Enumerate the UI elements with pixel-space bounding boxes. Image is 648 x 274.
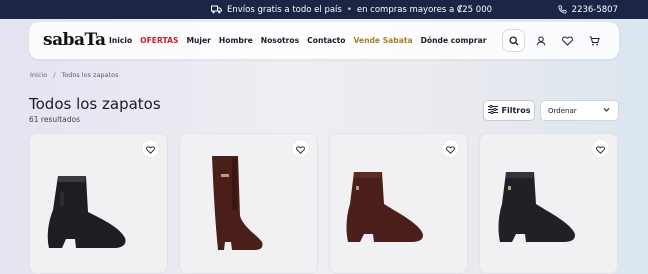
product-card[interactable] <box>479 133 618 274</box>
nav-item-inicio[interactable]: Inicio <box>109 36 132 45</box>
results-count: 61 resultados <box>29 115 80 124</box>
phone-contact[interactable]: 2236-5807 <box>558 0 618 19</box>
phone-icon <box>558 5 567 14</box>
product-card[interactable] <box>29 133 168 274</box>
truck-icon <box>211 5 222 14</box>
nav-item-nosotros[interactable]: Nosotros <box>261 36 299 45</box>
main-header: sabaTa Inicio OFERTAS Mujer Hombre Nosot… <box>29 22 619 59</box>
filters-button[interactable]: Filtros <box>483 100 535 121</box>
heart-icon <box>446 139 455 158</box>
cart-button[interactable] <box>584 30 605 51</box>
heart-icon <box>596 139 605 158</box>
shipping-text: Envíos gratis a todo el país <box>227 4 342 15</box>
breadcrumb-separator: / <box>53 71 56 79</box>
user-icon <box>536 31 546 50</box>
search-button[interactable] <box>503 30 524 51</box>
shipping-condition: en compras mayores a ₡25 000 <box>356 4 493 15</box>
product-card[interactable] <box>329 133 468 274</box>
nav-item-vende-sabata[interactable]: Vende Sabata <box>353 36 412 45</box>
logo[interactable]: sabaTa <box>43 30 106 50</box>
favorite-button[interactable] <box>442 140 459 157</box>
favorite-button[interactable] <box>592 140 609 157</box>
product-card[interactable] <box>179 133 318 274</box>
header-actions <box>503 30 605 51</box>
nav-item-donde-comprar[interactable]: Dónde comprar <box>421 36 487 45</box>
chevron-down-icon <box>603 107 610 115</box>
filters-label: Filtros <box>501 106 531 115</box>
favorite-button[interactable] <box>142 140 159 157</box>
wishlist-button[interactable] <box>557 30 578 51</box>
search-icon <box>508 31 519 50</box>
shipping-promo: Envíos gratis a todo el país • en compra… <box>211 0 492 19</box>
nav-item-mujer[interactable]: Mujer <box>186 36 210 45</box>
sort-label: Ordenar <box>548 106 577 115</box>
favorite-button[interactable] <box>292 140 309 157</box>
heart-icon <box>562 31 573 50</box>
page-title: Todos los zapatos <box>29 95 161 113</box>
promo-bar: Envíos gratis a todo el país • en compra… <box>0 0 648 19</box>
filter-icon <box>487 104 498 116</box>
breadcrumb-current: Todos los zapatos <box>61 71 119 79</box>
heart-icon <box>296 139 305 158</box>
nav-item-contacto[interactable]: Contacto <box>307 36 345 45</box>
main-nav: Inicio OFERTAS Mujer Hombre Nosotros Con… <box>109 22 494 59</box>
breadcrumb-home[interactable]: Inicio <box>30 71 47 79</box>
nav-item-ofertas[interactable]: OFERTAS <box>140 36 178 45</box>
nav-item-hombre[interactable]: Hombre <box>219 36 253 45</box>
breadcrumb: Inicio / Todos los zapatos <box>30 71 118 79</box>
phone-number: 2236-5807 <box>571 4 618 15</box>
cart-icon <box>589 31 600 50</box>
account-button[interactable] <box>530 30 551 51</box>
sort-select[interactable]: Ordenar <box>540 100 619 121</box>
promo-separator: • <box>346 4 352 15</box>
heart-icon <box>146 139 155 158</box>
